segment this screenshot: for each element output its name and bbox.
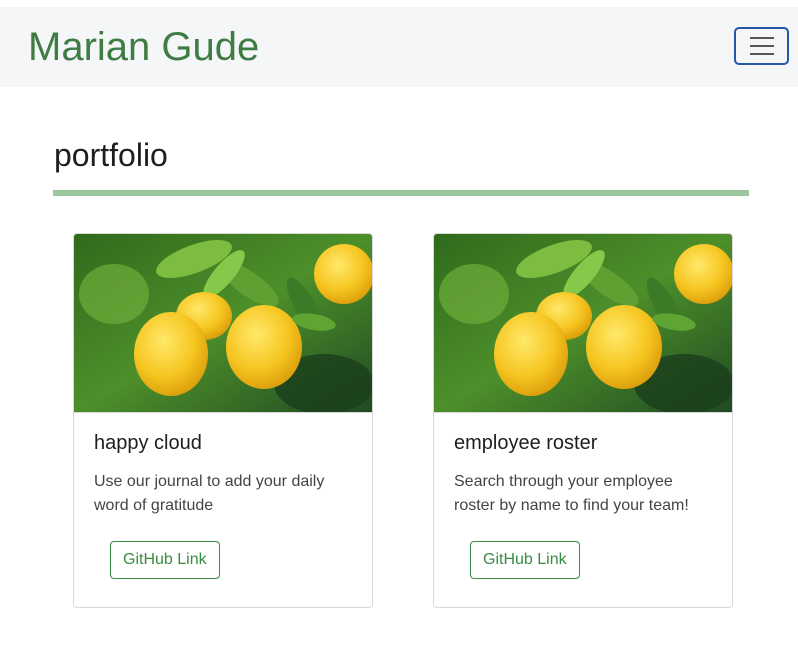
github-link-button[interactable]: GitHub Link [470, 541, 580, 579]
hamburger-menu-icon [749, 45, 774, 47]
hamburger-menu-icon [749, 37, 774, 39]
card-title: happy cloud [94, 432, 202, 454]
project-card: happy cloud Use our journal to add your … [73, 233, 373, 608]
navbar: Marian Gude [0, 7, 798, 87]
card-image [434, 234, 732, 413]
navbar-toggler-button[interactable] [734, 27, 789, 65]
project-card: employee roster Search through your empl… [433, 233, 733, 608]
section-title: portfolio [54, 137, 168, 173]
brand-link[interactable]: Marian Gude [28, 23, 259, 71]
github-link-button[interactable]: GitHub Link [110, 541, 220, 579]
card-text: Use our journal to add your daily word o… [94, 473, 325, 514]
hamburger-menu-icon [749, 53, 774, 55]
card-image [74, 234, 372, 413]
card-title: employee roster [454, 432, 598, 454]
card-text: Search through your employee roster by n… [454, 473, 689, 514]
section-divider [53, 190, 749, 196]
